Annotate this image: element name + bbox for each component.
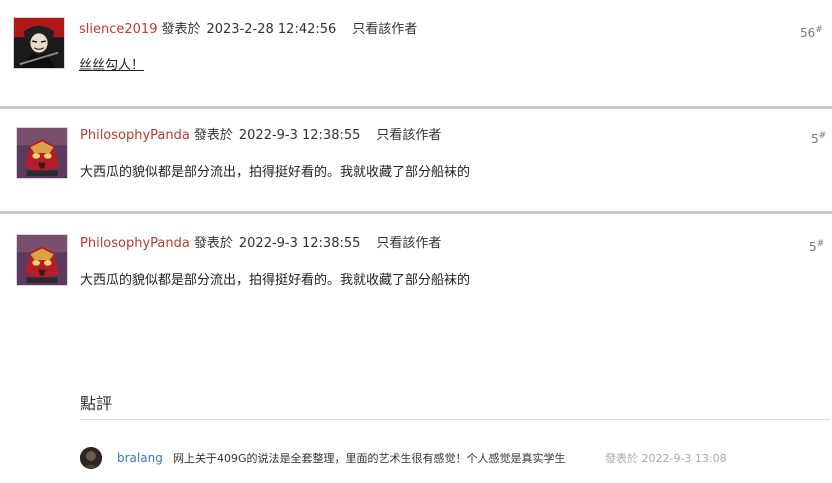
author-only-link[interactable]: 只看該作者 [376,236,441,251]
thread-page: slience2019 發表於 2023-2-28 12:42:56 只看該作者 56… [0,0,832,483]
author-only-link[interactable]: 只看該作者 [376,128,441,143]
floor-number[interactable]: 56# [800,25,823,40]
review-user-link[interactable]: bralang [117,451,163,465]
post-divider [0,106,832,109]
post-content: 丝丝勾人！ [79,58,145,73]
posted-label: 發表於 [161,22,201,37]
posted-time: 2022-9-3 12:38:55 [238,236,361,251]
posted-time: 2022-9-3 12:38:55 [238,128,361,143]
armored-rider-icon[interactable] [16,234,68,286]
author-link[interactable]: PhilosophyPanda [80,128,190,143]
post-meta: PhilosophyPanda 發表於 2022-9-3 12:38:55 只看該作者 [80,127,441,145]
posted-label: 發表於 [193,236,233,251]
author-link[interactable]: slience2019 [79,22,157,37]
floor-mark: # [816,239,825,249]
floor-value: 56 [800,26,816,40]
post-meta: PhilosophyPanda 發表於 2022-9-3 12:38:55 只看該作者 [80,235,441,253]
floor-value: 5 [809,240,817,254]
review-posted-label: 發表於 [605,452,638,465]
post-divider [0,211,832,214]
review-comment: bralang 网上关于409G的说法是全套整理，里面的艺术生很有感觉！个人感觉… [80,446,820,470]
review-title: 點評 [80,394,113,413]
post-content: 大西瓜的貌似都是部分流出，拍得挺好看的。我就收藏了部分船袜的 [80,273,471,288]
masked-figure-icon[interactable] [13,17,65,69]
review-posted-time: 2022-9-3 13:08 [641,452,727,465]
review-divider [80,419,830,420]
floor-number[interactable]: 5# [809,239,824,254]
floor-mark: # [815,25,823,35]
user-avatar-icon[interactable] [80,447,102,469]
review-text: 网上关于409G的说法是全套整理，里面的艺术生很有感觉！个人感觉是真实学生 [173,452,566,465]
post-meta: slience2019 發表於 2023-2-28 12:42:56 只看該作者 [79,21,417,39]
floor-mark: # [818,131,827,141]
author-only-link[interactable]: 只看該作者 [352,22,417,37]
floor-value: 5 [811,132,819,146]
floor-number[interactable]: 5# [811,131,826,146]
author-link[interactable]: PhilosophyPanda [80,236,190,251]
posted-label: 發表於 [193,128,233,143]
post-content: 大西瓜的貌似都是部分流出，拍得挺好看的。我就收藏了部分船袜的 [80,165,471,180]
review-time: 發表於 2022-9-3 13:08 [605,450,727,466]
posted-time: 2023-2-28 12:42:56 [206,22,337,37]
armored-rider-icon[interactable] [16,127,68,179]
